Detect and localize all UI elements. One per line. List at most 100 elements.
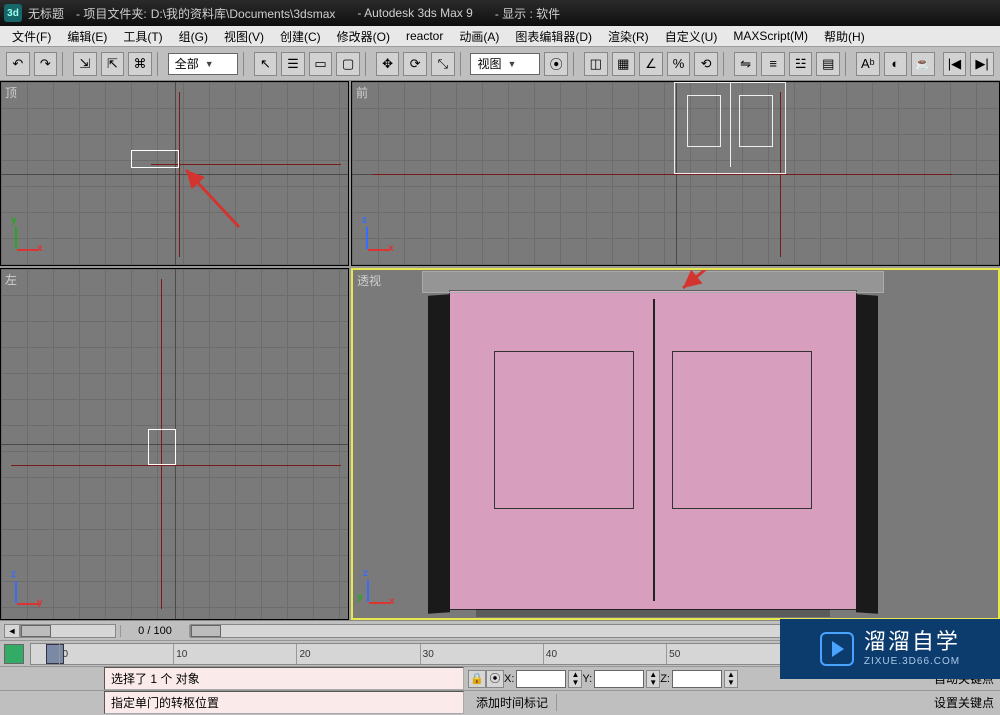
spinner-snap-button[interactable]: ⟲ bbox=[694, 52, 718, 76]
snap-grid-button[interactable]: ▦ bbox=[612, 52, 636, 76]
coord-x-input[interactable] bbox=[516, 670, 566, 688]
time-slider-thumb[interactable] bbox=[191, 625, 221, 637]
title-project-label: - 项目文件夹: bbox=[76, 5, 147, 22]
pivot-center-button[interactable]: ⦿ bbox=[544, 52, 568, 76]
menu-maxscript[interactable]: MAXScript(M) bbox=[725, 27, 816, 45]
toolbar-sep bbox=[157, 52, 163, 76]
align-button[interactable]: ≡ bbox=[761, 52, 785, 76]
title-untitled: 无标题 bbox=[28, 5, 64, 22]
selection-info: 选择了 1 个 对象 bbox=[104, 667, 464, 690]
coord-y-label: Y: bbox=[582, 673, 592, 685]
bottom-panel: ◄ 0 / 100 ► 0 10 20 30 40 50 60 选择了 1 个 … bbox=[0, 620, 1000, 715]
select-object-button[interactable]: ↖ bbox=[254, 52, 278, 76]
select-by-name-button[interactable]: ☰ bbox=[281, 52, 305, 76]
viewport-area: 顶 yx 前 zx 左 zy 透视 bbox=[0, 81, 1000, 620]
ref-coord-value: 视图 bbox=[477, 55, 501, 72]
link-button[interactable]: ⇲ bbox=[73, 52, 97, 76]
construction-line bbox=[372, 174, 952, 175]
viewport-label-front: 前 bbox=[356, 84, 368, 101]
spinner-icon[interactable]: ▲▼ bbox=[568, 670, 582, 688]
coord-y: Y: ▲▼ bbox=[582, 670, 660, 688]
menu-render[interactable]: 渲染(R) bbox=[600, 26, 657, 47]
material-editor-button[interactable]: ◐ bbox=[884, 52, 908, 76]
bind-button[interactable]: ⌘ bbox=[128, 52, 152, 76]
time-slider-thumb[interactable] bbox=[21, 625, 51, 637]
abc-button[interactable]: Aᵇ bbox=[856, 52, 880, 76]
menu-create[interactable]: 创建(C) bbox=[272, 26, 329, 47]
menu-grapheditor[interactable]: 图表编辑器(D) bbox=[507, 26, 600, 47]
coord-mode-icon[interactable]: ⦿ bbox=[486, 670, 504, 688]
snap-angle-button[interactable]: ∠ bbox=[639, 52, 663, 76]
toolbar-sep bbox=[573, 52, 579, 76]
viewport-front[interactable]: 前 zx bbox=[351, 81, 1000, 266]
ruler-tick: 10 bbox=[173, 644, 187, 664]
play-button[interactable] bbox=[4, 644, 24, 664]
title-bar: 3d 无标题 - 项目文件夹: D:\我的资料库\Documents\3dsma… bbox=[0, 0, 1000, 26]
spinner-icon[interactable]: ▲▼ bbox=[724, 670, 738, 688]
snap-percent-button[interactable]: % bbox=[667, 52, 691, 76]
construction-line bbox=[179, 92, 180, 257]
layers-button[interactable]: ☳ bbox=[789, 52, 813, 76]
rotate-button[interactable]: ⟳ bbox=[403, 52, 427, 76]
object-wireframe bbox=[674, 82, 786, 174]
toolbar-sep bbox=[460, 52, 466, 76]
mirror-button[interactable]: ⇋ bbox=[734, 52, 758, 76]
toolbar-sep bbox=[243, 52, 249, 76]
scale-button[interactable]: ⤡ bbox=[431, 52, 455, 76]
coord-y-input[interactable] bbox=[594, 670, 644, 688]
viewport-label-top: 顶 bbox=[5, 84, 17, 101]
object-shaded bbox=[449, 290, 857, 610]
menu-modifiers[interactable]: 修改器(O) bbox=[329, 26, 398, 47]
select-region-button[interactable]: ▭ bbox=[309, 52, 333, 76]
construction-line bbox=[11, 465, 341, 466]
coord-z: Z: ▲▼ bbox=[660, 670, 738, 688]
watermark-badge: 溜溜自学 ZIXUE.3D66.COM bbox=[780, 619, 1000, 679]
arrow-left-icon[interactable]: ◄ bbox=[4, 624, 20, 638]
undo-button[interactable]: ↶ bbox=[6, 52, 30, 76]
prompt-message: 指定单门的转枢位置 bbox=[104, 691, 464, 714]
menu-reactor[interactable]: reactor bbox=[398, 27, 451, 45]
prompt-bar: 指定单门的转枢位置 添加时间标记 设置关键点 bbox=[0, 691, 1000, 713]
spinner-icon[interactable]: ▲▼ bbox=[646, 670, 660, 688]
title-app: - Autodesk 3ds Max 9 bbox=[357, 6, 472, 20]
menu-views[interactable]: 视图(V) bbox=[216, 26, 272, 47]
menu-tools[interactable]: 工具(T) bbox=[115, 26, 170, 47]
coord-z-input[interactable] bbox=[672, 670, 722, 688]
viewport-left[interactable]: 左 zy bbox=[0, 268, 349, 620]
title-project-path: D:\我的资料库\Documents\3dsmax bbox=[151, 5, 336, 22]
coord-x-label: X: bbox=[504, 673, 514, 685]
viewport-perspective[interactable]: 透视 zxy bbox=[351, 268, 1000, 620]
add-time-tag-button[interactable]: 添加时间标记 bbox=[468, 694, 557, 711]
toolbar-sep bbox=[62, 52, 68, 76]
redo-button[interactable]: ↷ bbox=[34, 52, 58, 76]
schematic-view-button[interactable]: ▤ bbox=[816, 52, 840, 76]
menu-group[interactable]: 组(G) bbox=[171, 26, 216, 47]
lock-icon[interactable]: 🔒 bbox=[468, 670, 486, 688]
menu-bar: 文件(F) 编辑(E) 工具(T) 组(G) 视图(V) 创建(C) 修改器(O… bbox=[0, 26, 1000, 47]
menu-customize[interactable]: 自定义(U) bbox=[657, 26, 726, 47]
play-icon bbox=[820, 632, 854, 666]
menu-edit[interactable]: 编辑(E) bbox=[59, 26, 115, 47]
ref-coord-combo[interactable]: 视图 ▼ bbox=[470, 53, 540, 75]
coord-z-label: Z: bbox=[660, 673, 670, 685]
viewport-top[interactable]: 顶 yx bbox=[0, 81, 349, 266]
time-slider-track[interactable] bbox=[20, 624, 116, 638]
menu-file[interactable]: 文件(F) bbox=[4, 26, 59, 47]
ruler-tick: 30 bbox=[420, 644, 434, 664]
skip-start-button[interactable]: |◀ bbox=[943, 52, 967, 76]
skip-end-button[interactable]: ▶| bbox=[970, 52, 994, 76]
window-crossing-button[interactable]: ▢ bbox=[336, 52, 360, 76]
menu-animation[interactable]: 动画(A) bbox=[451, 26, 507, 47]
render-button[interactable]: ☕ bbox=[911, 52, 935, 76]
grid-icon bbox=[1, 82, 348, 265]
set-key-button[interactable]: 设置关键点 bbox=[928, 694, 1000, 711]
move-button[interactable]: ✥ bbox=[376, 52, 400, 76]
main-toolbar: ↶ ↷ ⇲ ⇱ ⌘ 全部 ▼ ↖ ☰ ▭ ▢ ✥ ⟳ ⤡ 视图 ▼ ⦿ ◫ ▦ … bbox=[0, 47, 1000, 81]
viewport-label-left: 左 bbox=[5, 271, 17, 288]
coord-x: X: ▲▼ bbox=[504, 670, 582, 688]
menu-help[interactable]: 帮助(H) bbox=[816, 26, 873, 47]
manipulate-button[interactable]: ◫ bbox=[584, 52, 608, 76]
toolbar-sep bbox=[845, 52, 851, 76]
unlink-button[interactable]: ⇱ bbox=[101, 52, 125, 76]
selection-filter-combo[interactable]: 全部 ▼ bbox=[168, 53, 238, 75]
